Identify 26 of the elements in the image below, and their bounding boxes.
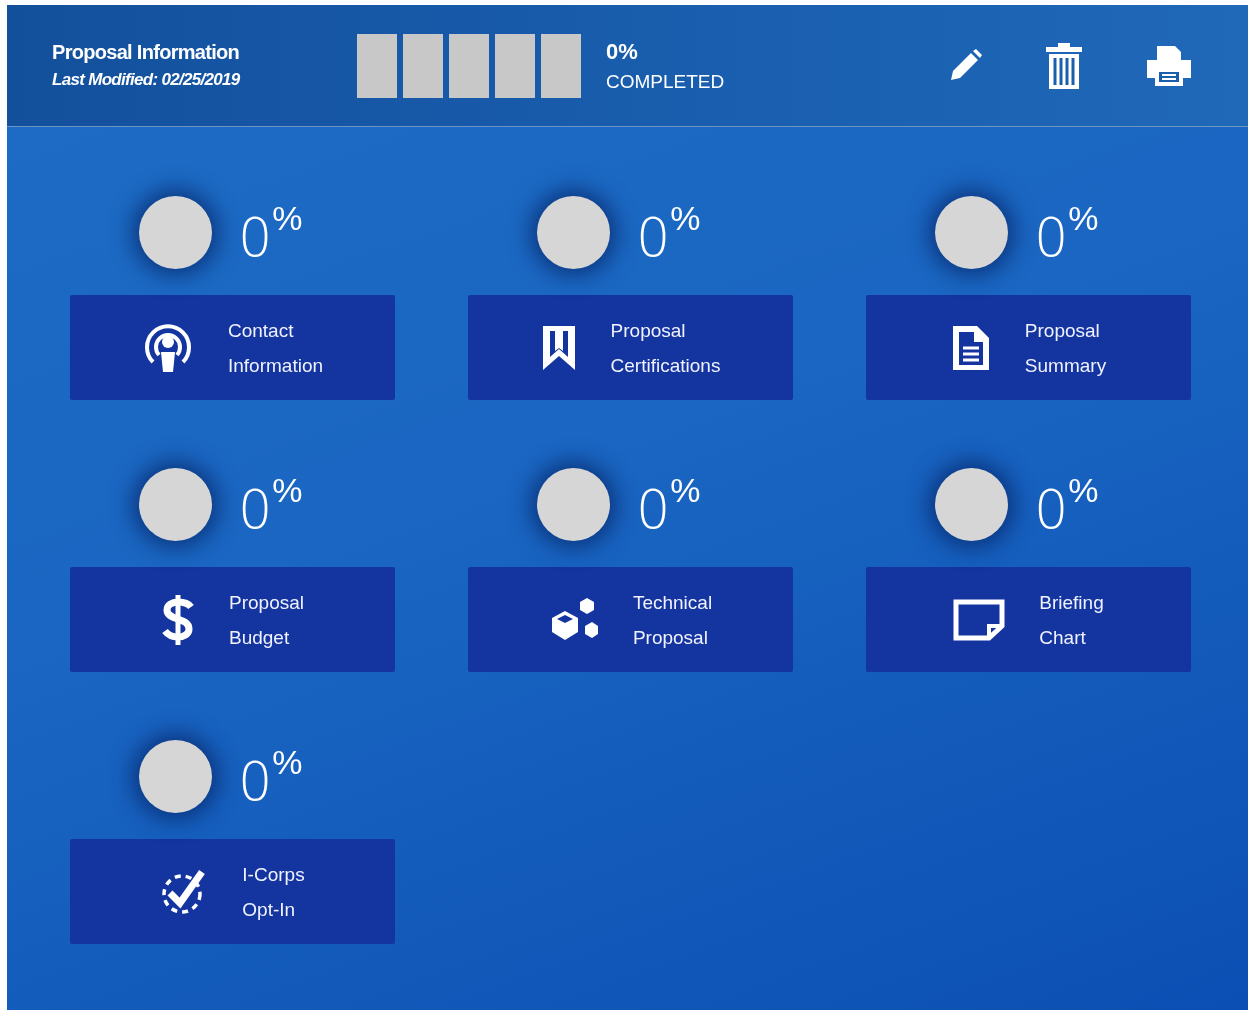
percent-value: 0%: [636, 200, 701, 265]
printer-icon: [1145, 43, 1193, 88]
progress-percent: 0%: [606, 38, 639, 65]
document-icon: [950, 323, 991, 372]
section-button[interactable]: Technical Proposal: [468, 567, 793, 672]
page-title: Proposal Information: [52, 41, 241, 64]
last-modified-text: Last Modified: 02/25/2019: [52, 70, 241, 90]
sticky-note-icon: [953, 598, 1006, 641]
trash-icon: [1045, 40, 1083, 91]
print-button[interactable]: [1145, 43, 1193, 88]
percent-value: 0%: [238, 744, 303, 809]
percent-value: 0%: [1034, 200, 1099, 265]
percent-value: 0%: [238, 200, 303, 265]
progress-label: COMPLETED: [606, 70, 725, 93]
section-button[interactable]: Proposal Budget: [70, 567, 395, 672]
section-button[interactable]: Proposal Certifications: [468, 295, 793, 400]
percent-value: 0%: [636, 472, 701, 537]
bookmark-icon: [540, 323, 577, 372]
section-button[interactable]: Briefing Chart: [866, 567, 1191, 672]
delete-button[interactable]: [1045, 40, 1083, 91]
section-button[interactable]: Proposal Summary: [866, 295, 1191, 400]
percent-value: 0%: [1034, 472, 1099, 537]
dollar-icon: [161, 593, 195, 646]
percent-value: 0%: [238, 472, 303, 537]
section-button[interactable]: Contact Information: [70, 295, 395, 400]
section-button[interactable]: I-Corps Opt-In: [70, 839, 395, 944]
